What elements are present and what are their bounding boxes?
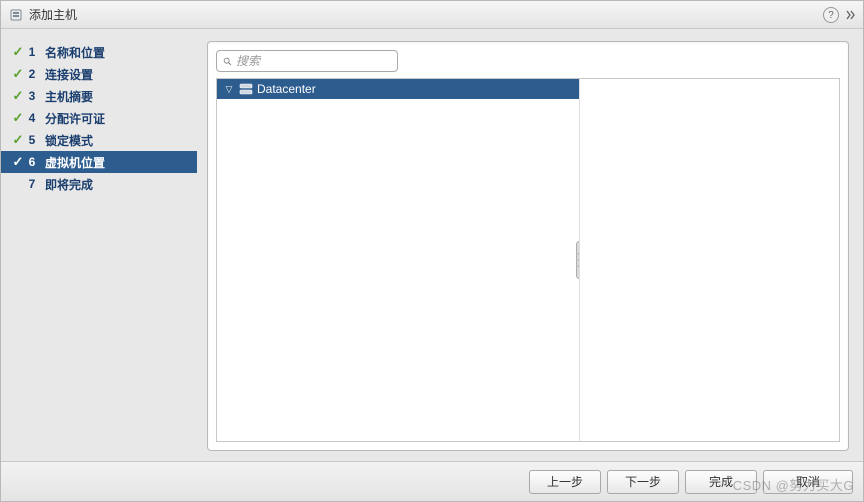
step-license[interactable]: ✓ 4 分配许可证 [1,107,197,129]
wizard-steps: ✓ 1 名称和位置 ✓ 2 连接设置 ✓ 3 主机摘要 ✓ 4 分配许可证 ✓ [1,29,197,461]
check-icon: ✓ [11,88,25,104]
expand-icon[interactable] [843,7,859,23]
step-label: 主机摘要 [45,88,93,105]
step-number: 6 [25,155,39,169]
step-name-location[interactable]: ✓ 1 名称和位置 [1,41,197,63]
collapse-icon[interactable]: ▽ [223,83,235,95]
search-wrap[interactable] [216,50,398,72]
titlebar: 添加主机 ? [1,1,863,29]
step-label: 锁定模式 [45,132,93,149]
step-label: 名称和位置 [45,44,105,61]
search-row [216,50,840,72]
step-summary[interactable]: ✓ 3 主机摘要 [1,85,197,107]
step-ready[interactable]: 7 即将完成 [1,173,197,195]
step-connection[interactable]: ✓ 2 连接设置 [1,63,197,85]
step-label: 分配许可证 [45,110,105,127]
next-button[interactable]: 下一步 [607,470,679,494]
step-number: 1 [25,45,39,59]
dialog-footer: 上一步 下一步 完成 取消 [1,461,863,501]
detail-pane [580,79,839,441]
host-icon [9,8,23,22]
check-icon: ✓ [11,66,25,82]
cancel-button[interactable]: 取消 [763,470,853,494]
main-panel-wrap: ▽ Datacenter [197,29,863,461]
step-vm-location[interactable]: ✓ 6 虚拟机位置 [1,151,197,173]
tree-node-datacenter[interactable]: ▽ Datacenter [217,79,579,99]
splitter-handle[interactable] [576,241,580,279]
datacenter-icon [239,82,253,96]
step-lockdown[interactable]: ✓ 5 锁定模式 [1,129,197,151]
help-icon[interactable]: ? [823,7,839,23]
add-host-dialog: 添加主机 ? ✓ 1 名称和位置 ✓ 2 连接设置 ✓ 3 主机摘要 [0,0,864,502]
dialog-title: 添加主机 [29,6,77,23]
check-icon: ✓ [11,132,25,148]
step-label: 连接设置 [45,66,93,83]
step-label: 虚拟机位置 [45,154,105,171]
finish-button[interactable]: 完成 [685,470,757,494]
step-label: 即将完成 [45,176,93,193]
tree-pane[interactable]: ▽ Datacenter [217,79,580,441]
main-panel: ▽ Datacenter [207,41,849,451]
search-input[interactable] [236,54,391,68]
titlebar-actions: ? [823,1,859,29]
step-number: 4 [25,111,39,125]
step-number: 5 [25,133,39,147]
step-number: 7 [25,177,39,191]
check-icon: ✓ [11,44,25,60]
tree-area: ▽ Datacenter [216,78,840,442]
step-number: 3 [25,89,39,103]
back-button[interactable]: 上一步 [529,470,601,494]
tree-node-label: Datacenter [257,82,316,96]
check-icon: ✓ [11,110,25,126]
search-icon [223,55,232,68]
dialog-body: ✓ 1 名称和位置 ✓ 2 连接设置 ✓ 3 主机摘要 ✓ 4 分配许可证 ✓ [1,29,863,461]
check-icon: ✓ [11,154,25,170]
step-number: 2 [25,67,39,81]
